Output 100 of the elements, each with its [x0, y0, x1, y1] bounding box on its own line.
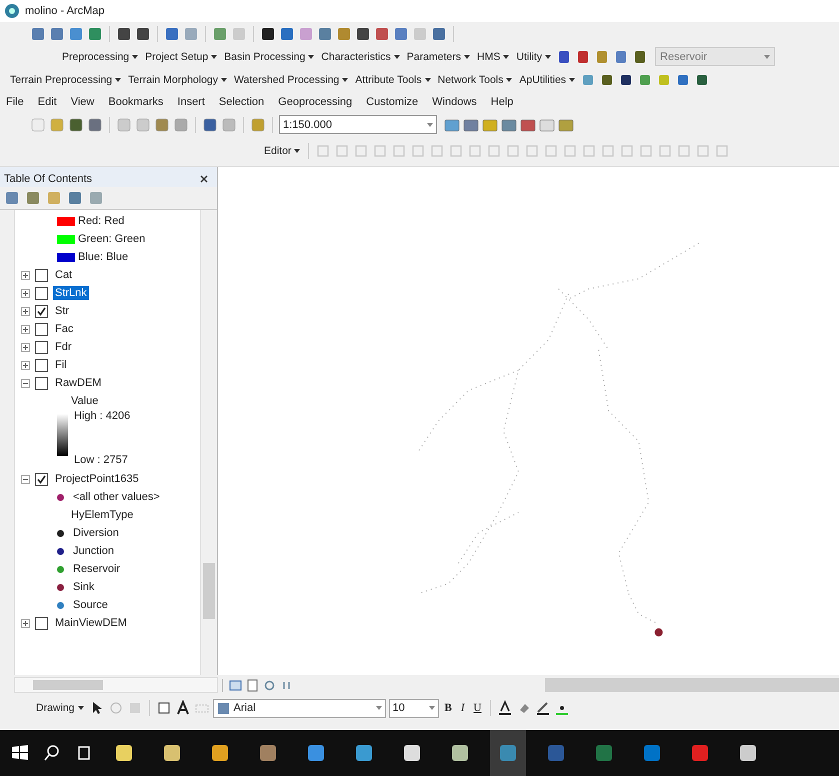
rectangle-icon[interactable] — [156, 700, 172, 716]
toolbar-menu[interactable]: Utility — [514, 50, 554, 62]
menu-item[interactable]: Insert — [177, 96, 205, 108]
scale-field[interactable]: 1:150.000 — [279, 115, 437, 134]
app-icon — [162, 743, 182, 763]
layer-name[interactable]: Fac — [53, 322, 76, 336]
layer-dropdown[interactable]: Reservoir — [655, 47, 776, 66]
legend-value: Red — [104, 215, 124, 227]
start-icon[interactable] — [10, 743, 30, 763]
caret-icon — [294, 149, 300, 153]
expand-toggle[interactable] — [21, 360, 30, 370]
high-value: High : 4206 — [74, 410, 130, 422]
layer-name[interactable]: RawDEM — [53, 376, 104, 390]
menu-item[interactable]: Selection — [218, 96, 264, 108]
expand-toggle[interactable] — [21, 306, 30, 316]
low-value: Low : 2757 — [74, 454, 129, 466]
expand-toggle[interactable] — [21, 324, 30, 334]
expand-toggle[interactable] — [21, 618, 30, 628]
toolbar-menu[interactable]: Terrain Preprocessing — [8, 74, 124, 86]
menu-item[interactable]: Windows — [432, 96, 477, 108]
font-color-icon[interactable] — [497, 700, 514, 716]
layer-name[interactable]: ProjectPoint1635 — [53, 472, 141, 486]
text-tool-icon[interactable] — [174, 700, 191, 716]
layer-checkbox[interactable] — [35, 376, 48, 390]
legend-label: Red: — [78, 215, 102, 227]
scrollbar[interactable] — [545, 678, 839, 692]
caret-icon — [428, 706, 435, 710]
layer-name[interactable]: Str — [53, 304, 72, 318]
drawing-menu[interactable]: Drawing — [34, 702, 86, 714]
caret-icon — [132, 54, 138, 58]
layout-view-icon[interactable] — [246, 678, 259, 692]
legend-label: <all other values> — [73, 491, 160, 503]
toolbar-menu[interactable]: Attribute Tools — [353, 74, 433, 86]
scrollbar[interactable] — [200, 210, 217, 675]
caret-icon — [78, 706, 84, 710]
tool-icon[interactable] — [68, 116, 84, 132]
toolbar-menu[interactable]: Watershed Processing — [232, 74, 350, 86]
toolbar-menu[interactable]: Characteristics — [319, 50, 402, 62]
layer-name[interactable]: MainViewDEM — [53, 616, 129, 630]
editor-menu[interactable]: Editor — [262, 145, 302, 157]
legend-label: Blue: — [78, 251, 104, 263]
caret-icon — [221, 78, 228, 82]
toolbar-menu[interactable]: Terrain Morphology — [126, 74, 230, 86]
menu-item[interactable]: Bookmarks — [108, 96, 164, 108]
legend-value: Blue — [106, 251, 128, 263]
caret-icon — [376, 706, 382, 710]
layer-checkbox[interactable] — [35, 322, 48, 336]
tool-icon[interactable] — [135, 26, 151, 42]
caret-icon — [211, 54, 218, 58]
expand-toggle[interactable] — [21, 270, 30, 280]
tool-icon[interactable] — [260, 26, 276, 42]
caret-icon — [342, 78, 348, 82]
menu-item[interactable]: Customize — [366, 96, 418, 108]
app-icon — [258, 743, 278, 763]
font-size-field[interactable]: 10 — [388, 698, 439, 718]
toolbar-menu[interactable]: Parameters — [404, 50, 472, 62]
expand-toggle[interactable] — [21, 288, 30, 298]
app-icon — [450, 743, 470, 763]
panel-title: Table Of Contents — [4, 173, 92, 185]
layer-checkbox[interactable] — [35, 286, 48, 300]
layer-checkbox[interactable] — [35, 616, 48, 630]
font-field[interactable]: Arial — [212, 698, 386, 718]
expand-toggle[interactable] — [21, 474, 30, 484]
app-icon — [210, 743, 230, 763]
layer-name[interactable]: Fil — [53, 358, 69, 372]
app-icon — [546, 743, 566, 763]
style-button[interactable]: B — [442, 702, 455, 714]
toolbar-menu[interactable]: HMS — [475, 50, 512, 62]
tool-icon[interactable] — [355, 26, 371, 42]
menu-item[interactable]: Geoprocessing — [278, 96, 352, 108]
line-color-icon[interactable] — [535, 700, 552, 716]
point-marker — [654, 628, 663, 636]
layer-checkbox[interactable] — [35, 268, 48, 282]
style-button[interactable]: U — [470, 702, 484, 714]
toolbar-menu[interactable]: Network Tools — [436, 74, 514, 86]
layer-checkbox[interactable] — [35, 358, 48, 372]
toolbar-menu[interactable]: Project Setup — [143, 50, 220, 62]
caret-icon — [506, 78, 512, 82]
layer-name[interactable]: Cat — [53, 268, 74, 282]
style-button[interactable]: I — [458, 702, 468, 714]
menu-item[interactable]: Edit — [38, 96, 57, 108]
menu-item[interactable]: File — [6, 96, 24, 108]
layer-checkbox[interactable] — [35, 340, 48, 354]
tool-icon[interactable] — [116, 26, 132, 42]
close-icon[interactable] — [199, 174, 209, 184]
toolbar-menu[interactable]: ApUtilities — [517, 74, 578, 86]
menu-item[interactable]: Help — [490, 96, 514, 108]
toolbar-menu[interactable]: Preprocessing — [60, 50, 140, 62]
expand-toggle[interactable] — [21, 378, 30, 388]
toolbar-menu[interactable]: Basin Processing — [222, 50, 316, 62]
layer-checkbox[interactable] — [35, 472, 48, 486]
menu-item[interactable]: View — [70, 96, 94, 108]
layer-name[interactable]: Fdr — [53, 340, 74, 354]
layer-name[interactable]: StrLnk — [53, 286, 89, 300]
data-view-icon[interactable] — [229, 678, 242, 692]
layer-checkbox[interactable] — [35, 304, 48, 318]
app-logo-icon — [4, 3, 20, 19]
scrollbar[interactable] — [14, 677, 218, 693]
legend-label: Source — [73, 599, 108, 611]
expand-toggle[interactable] — [21, 342, 30, 352]
